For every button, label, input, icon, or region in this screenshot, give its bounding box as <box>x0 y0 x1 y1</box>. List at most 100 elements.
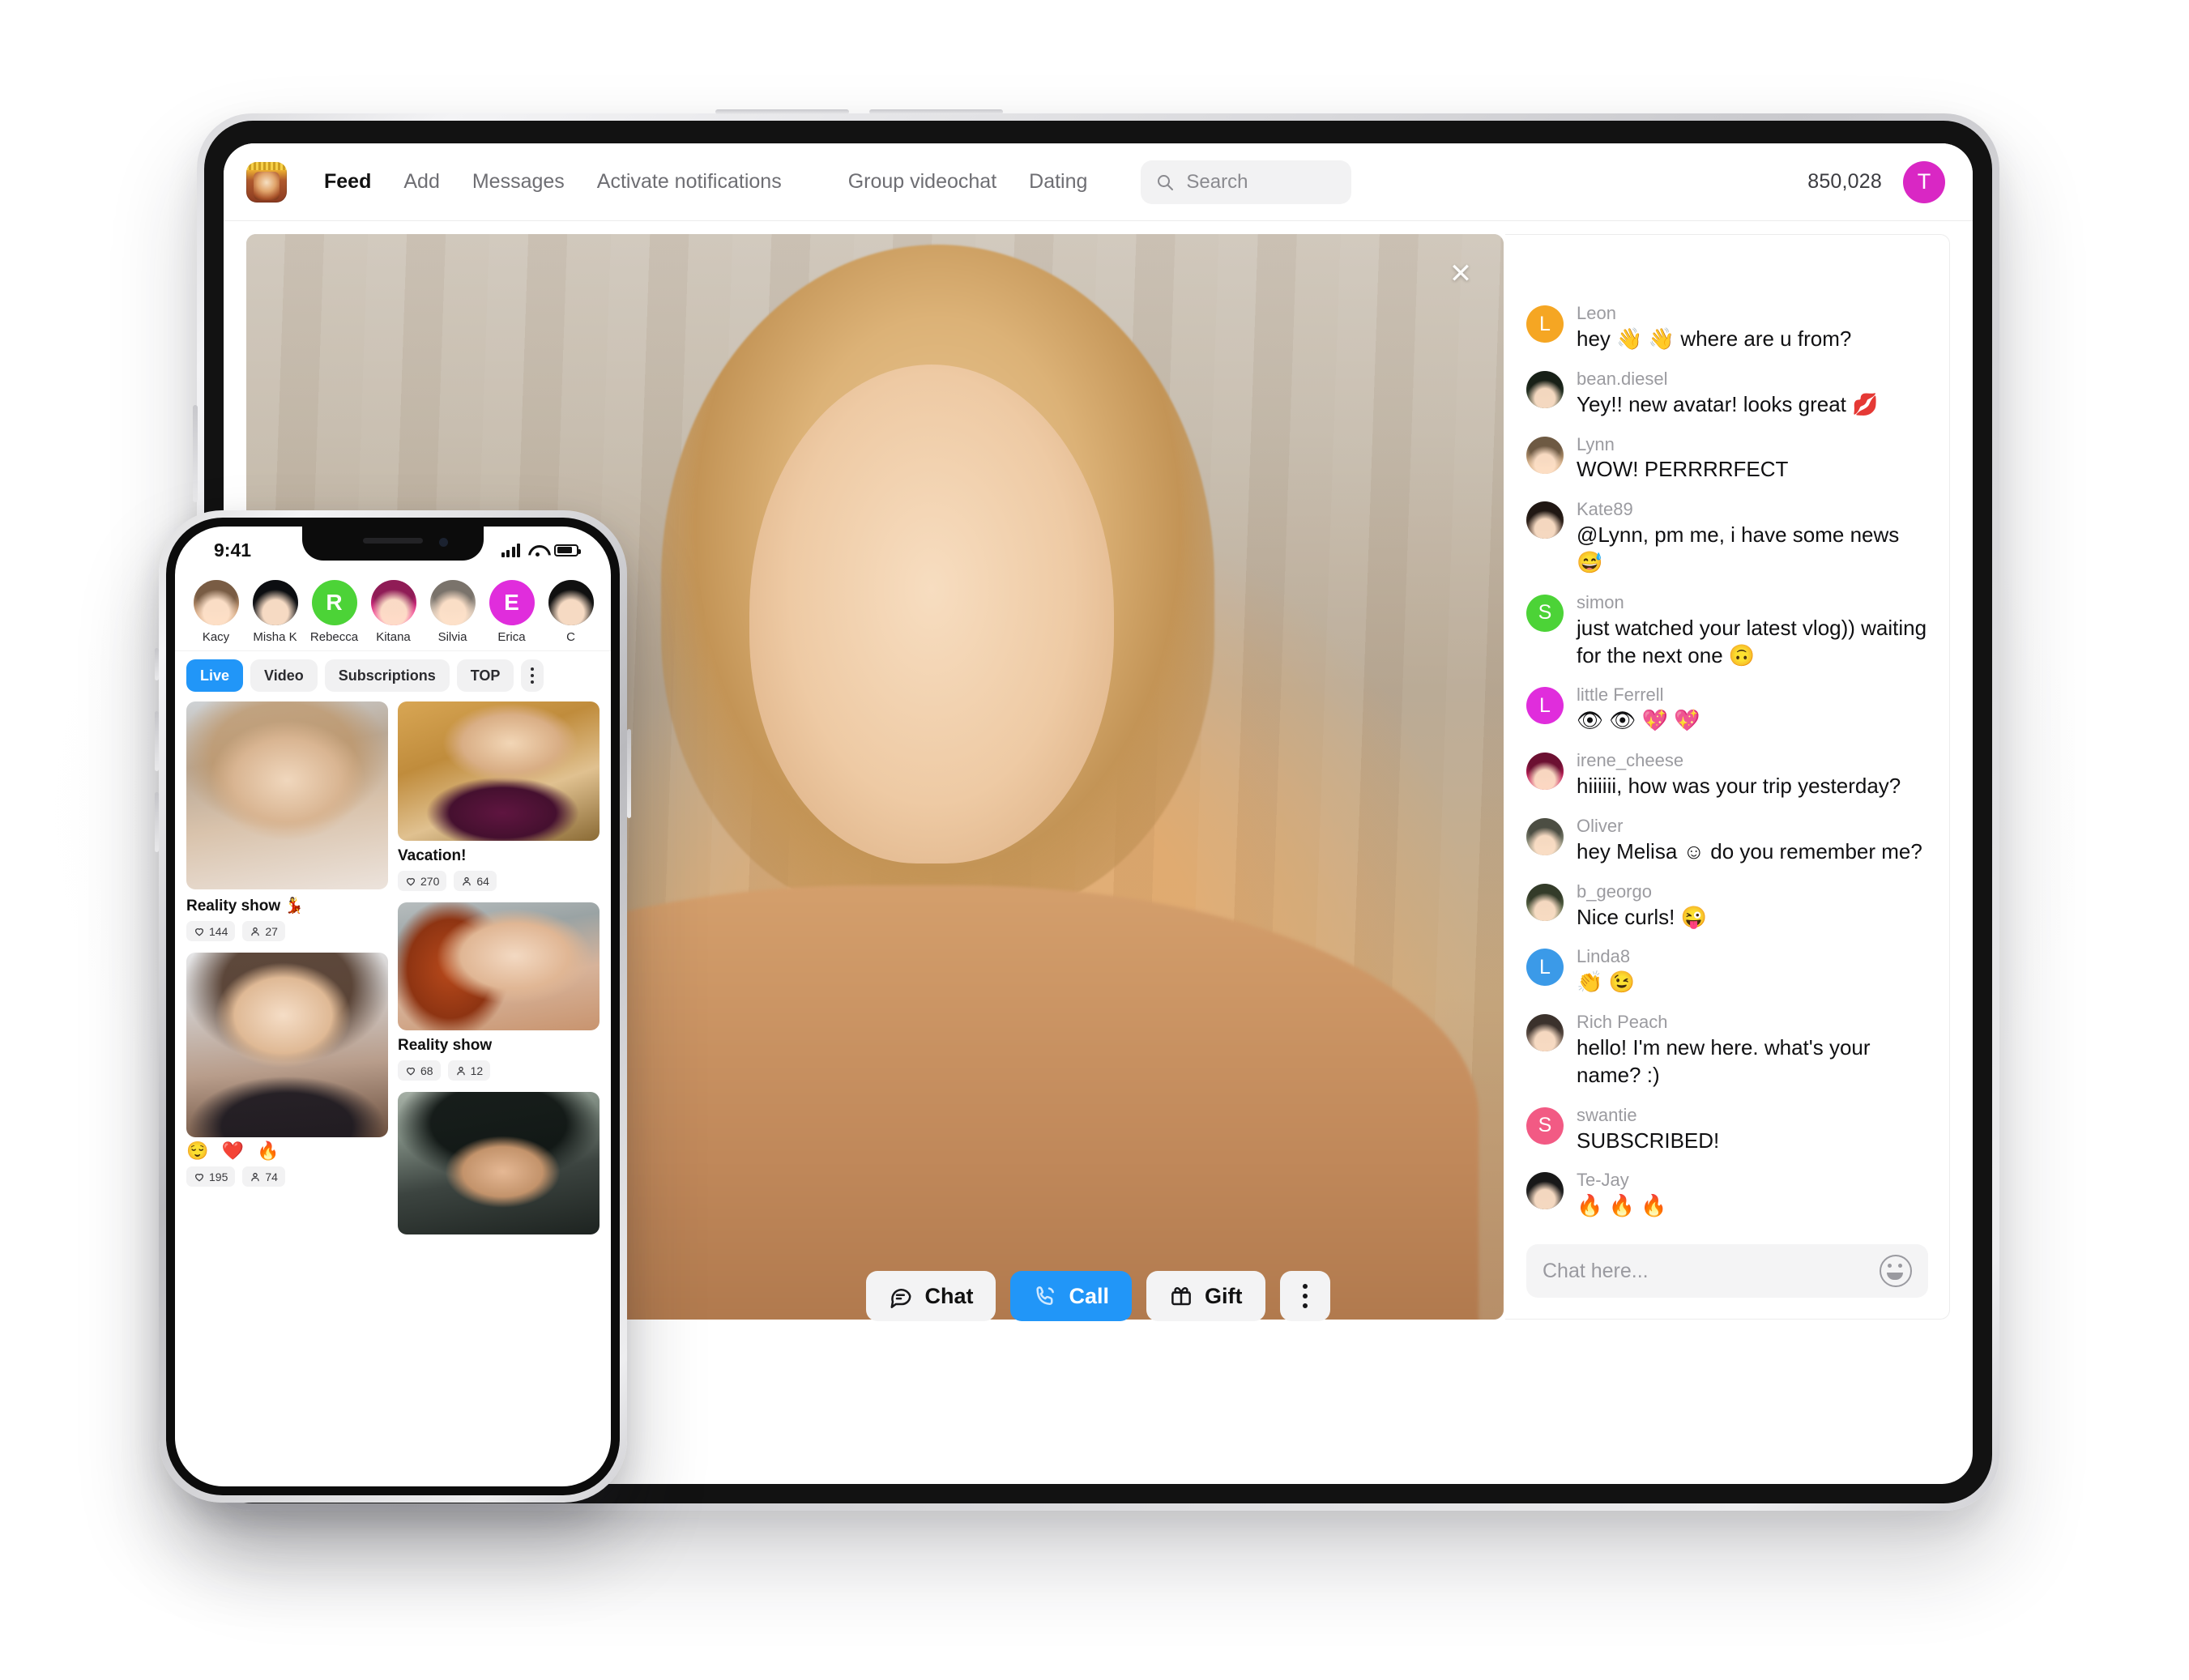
feed-card-thumbnail[interactable] <box>398 902 600 1030</box>
chat-message-text: Yey!! new avatar! looks great 💋 <box>1577 391 1879 416</box>
feed-card[interactable]: Reality show 💃 144 27 <box>186 701 388 941</box>
story-avatar[interactable] <box>548 580 594 625</box>
more-vertical-icon <box>531 674 535 677</box>
story-avatar[interactable]: E <box>489 580 535 625</box>
feed-card-thumbnail[interactable] <box>398 701 600 841</box>
person-icon <box>250 1171 261 1183</box>
feed-tab-top[interactable]: TOP <box>456 659 514 692</box>
nav-item-messages[interactable]: Messages <box>456 170 581 194</box>
chat-message: Oliver hey Melisa ☺ do you remember me? <box>1526 816 1928 866</box>
phone-icon <box>1033 1284 1057 1308</box>
story-avatar[interactable] <box>252 580 298 625</box>
feed-card-title: Reality show 💃 <box>186 898 305 915</box>
chat-button-label: Chat <box>924 1283 974 1308</box>
chat-message-body: Oliver hey Melisa ☺ do you remember me? <box>1577 816 1928 866</box>
feed-tab-video[interactable]: Video <box>250 659 318 692</box>
heart-icon <box>405 876 416 887</box>
chat-message-avatar[interactable] <box>1526 1172 1564 1210</box>
chat-message-username: swantie <box>1577 1104 1637 1125</box>
chat-message-username: Oliver <box>1577 815 1624 836</box>
nav-item-dating[interactable]: Dating <box>1013 170 1103 194</box>
stories-row[interactable]: Kacy Misha K R Rebecca Kitana Silvia E Erica C <box>175 569 611 650</box>
viewers-count: 27 <box>265 924 278 938</box>
nav-item-activate-notifications[interactable]: Activate notifications <box>581 170 798 194</box>
tablet-volume-up-button[interactable] <box>715 109 849 114</box>
feed-card[interactable]: Reality show 68 12 <box>398 902 600 1081</box>
chat-message-body: swantie SUBSCRIBED! <box>1577 1105 1928 1155</box>
chat-message-avatar[interactable] <box>1526 817 1564 855</box>
chat-message: Lynn WOW! PERRRRFECT <box>1526 434 1928 484</box>
story-item[interactable]: Silvia <box>423 580 482 644</box>
chat-message-list[interactable]: L Leon hey 👋 👋 where are u from? bean.diese… <box>1526 235 1928 1233</box>
chat-message-body: Linda8 👏 😉 <box>1577 946 1928 996</box>
chat-message-avatar[interactable]: L <box>1526 949 1564 987</box>
chat-message-username: little Ferrell <box>1577 684 1664 706</box>
nav-item-add[interactable]: Add <box>387 170 455 194</box>
search-input[interactable]: Search <box>1141 160 1352 204</box>
chat-message-avatar[interactable] <box>1526 753 1564 791</box>
feed-card[interactable]: 😌 ❤️ 🔥 195 74 <box>186 953 388 1187</box>
chat-message: Sswantie SUBSCRIBED! <box>1526 1105 1928 1155</box>
tablet-volume-down-button[interactable] <box>869 109 1003 114</box>
chat-message-body: Lynn WOW! PERRRRFECT <box>1577 434 1928 484</box>
search-icon <box>1155 173 1175 192</box>
feed-tab-live[interactable]: Live <box>186 659 244 692</box>
user-avatar[interactable]: T <box>1903 160 1945 203</box>
chat-message-avatar[interactable] <box>1526 370 1564 408</box>
story-item[interactable]: Kitana <box>364 580 423 644</box>
likes-stat: 195 <box>186 1166 236 1187</box>
gift-button-label: Gift <box>1205 1283 1243 1308</box>
story-name: Kitana <box>376 630 411 644</box>
story-item[interactable]: C <box>541 580 600 644</box>
chat-message-body: simon just watched your latest vlog)) wai… <box>1577 592 1928 670</box>
phone-feed: Reality show 💃 144 27 😌 ❤️ 🔥 195 74 Vacation!… <box>175 701 611 1246</box>
chat-message-avatar[interactable]: L <box>1526 687 1564 725</box>
feed-card-thumbnail[interactable] <box>186 701 388 889</box>
call-button[interactable]: Call <box>1010 1271 1133 1321</box>
feed-card-thumbnail[interactable] <box>186 953 388 1137</box>
chat-message-avatar[interactable] <box>1526 1014 1564 1052</box>
phone-mute-switch[interactable] <box>155 648 159 680</box>
chat-message-username: Te-Jay <box>1577 1170 1629 1191</box>
call-button-label: Call <box>1069 1283 1110 1308</box>
chat-message-avatar[interactable]: S <box>1526 594 1564 632</box>
story-item[interactable]: E Erica <box>482 580 541 644</box>
front-camera-icon <box>439 538 448 547</box>
close-icon[interactable]: ✕ <box>1442 255 1479 292</box>
story-avatar[interactable] <box>370 580 416 625</box>
story-item[interactable]: R Rebecca <box>305 580 364 644</box>
feed-tab-subscriptions[interactable]: Subscriptions <box>324 659 450 692</box>
chat-message-avatar[interactable] <box>1526 883 1564 921</box>
chat-message: L Linda8 👏 😉 <box>1526 946 1928 996</box>
chat-button[interactable]: Chat <box>866 1271 996 1321</box>
story-avatar[interactable] <box>429 580 476 625</box>
heart-icon <box>194 1171 205 1183</box>
chat-message-avatar[interactable]: L <box>1526 305 1564 343</box>
feed-card[interactable] <box>398 1092 600 1234</box>
phone-volume-down-button[interactable] <box>155 792 159 852</box>
chat-message-avatar[interactable] <box>1526 436 1564 474</box>
phone-volume-up-button[interactable] <box>155 711 159 771</box>
chat-message-text: 🔥 🔥 🔥 <box>1577 1193 1667 1218</box>
story-item[interactable]: Kacy <box>186 580 245 644</box>
likes-stat: 270 <box>398 871 447 891</box>
feed-card[interactable]: Vacation! 270 64 <box>398 701 600 891</box>
feed-filter-tabs[interactable]: Live Video Subscriptions TOP <box>175 650 611 701</box>
app-logo-icon[interactable] <box>246 161 287 203</box>
chat-message-text: hiiiiii, how was your trip yesterday? <box>1577 774 1901 799</box>
story-avatar[interactable] <box>193 580 239 625</box>
chat-message-avatar[interactable] <box>1526 501 1564 539</box>
chat-message-text: just watched your latest vlog)) waiting … <box>1577 615 1927 667</box>
story-avatar[interactable]: R <box>311 580 357 625</box>
story-item[interactable]: Misha K <box>245 580 305 644</box>
tablet-power-button[interactable] <box>193 405 198 502</box>
feed-more-options-button[interactable] <box>521 659 544 692</box>
phone-power-button[interactable] <box>627 729 631 818</box>
likes-stat: 144 <box>186 921 236 941</box>
nav-item-feed[interactable]: Feed <box>308 170 387 194</box>
gift-button[interactable]: Gift <box>1146 1271 1265 1321</box>
more-options-button[interactable] <box>1279 1271 1330 1321</box>
feed-card-thumbnail[interactable] <box>398 1092 600 1234</box>
chat-message-avatar[interactable]: S <box>1526 1106 1564 1145</box>
nav-item-group-videochat[interactable]: Group videochat <box>832 170 1013 194</box>
